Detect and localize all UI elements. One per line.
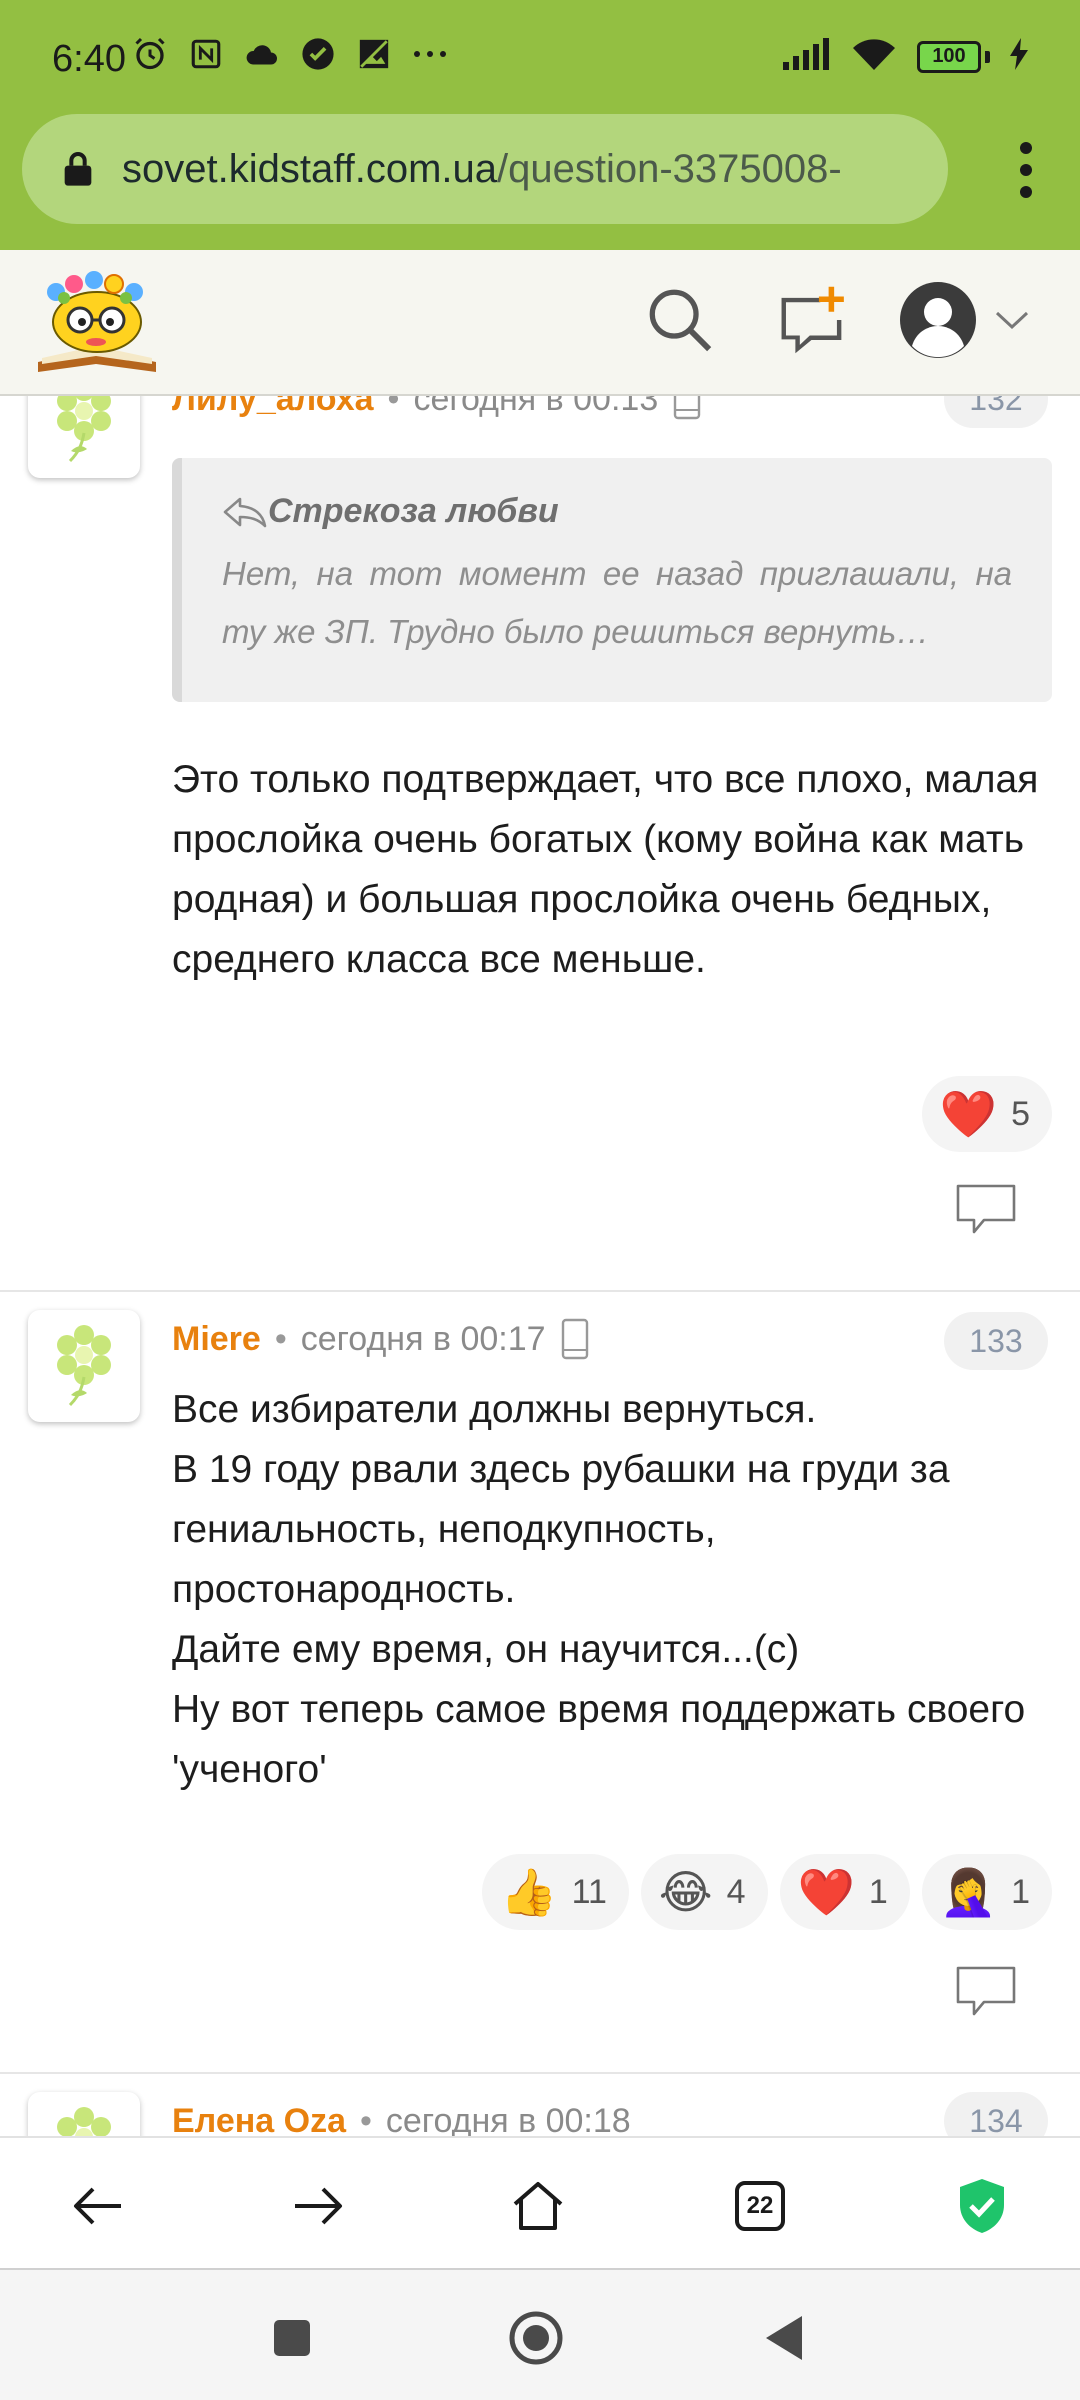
user-avatar-icon[interactable]	[896, 280, 980, 360]
quote-header: Стрекоза любви	[222, 492, 1012, 531]
reaction-facepalm[interactable]: 🤦‍♀️ 1	[921, 1854, 1052, 1930]
comment-number-badge[interactable]: 134	[944, 2092, 1048, 2136]
facepalm-icon: 🤦‍♀️	[939, 1866, 998, 1918]
comment-author[interactable]: Miere	[172, 1320, 261, 1359]
home-button-icon[interactable]	[504, 2306, 568, 2370]
reaction-heart[interactable]: ❤️ 5	[921, 1076, 1052, 1152]
url-text: sovet.kidstaff.com.ua/question-3375008-	[122, 147, 842, 192]
browser-toolbar: 22	[0, 2136, 1080, 2270]
avatar[interactable]	[28, 2092, 140, 2136]
reaction-count: 5	[1011, 1094, 1030, 1133]
wifi-icon	[851, 36, 897, 77]
cloud-icon	[244, 36, 280, 72]
quote-text: Нет, на тот момент ее назад приглашали, …	[222, 555, 1012, 650]
forward-arrow-icon[interactable]	[280, 2168, 356, 2244]
laughing-face-icon: 😂	[658, 1866, 713, 1918]
screen: 6:40 100 sovet.kidstaff.com.ua/question-…	[0, 0, 1080, 2400]
mobile-device-icon	[674, 396, 701, 420]
back-arrow-icon[interactable]	[60, 2168, 136, 2244]
status-bar: 6:40 100	[0, 30, 1080, 90]
recents-button-icon[interactable]	[260, 2306, 324, 2370]
system-nav-bar	[0, 2270, 1080, 2400]
quote-author: Стрекоза любви	[268, 492, 559, 530]
site-header	[0, 250, 1080, 396]
comments-feed: Лилу_алоха • сегодня в 00:13 132 Стрекоз…	[0, 396, 1080, 2136]
reactions-bar: ❤️ 5	[921, 1076, 1052, 1152]
lock-icon	[64, 152, 92, 186]
back-button-icon[interactable]	[752, 2306, 816, 2370]
status-notification-icons	[132, 36, 448, 72]
quoted-reply[interactable]: Стрекоза любви Нет, на тот момент ее наз…	[172, 458, 1052, 702]
comment-meta: Miere • сегодня в 00:17	[172, 1318, 590, 1360]
url-host: sovet.kidstaff.com.ua	[122, 146, 497, 191]
url-path: /question-3375008-	[497, 146, 842, 191]
comment-number-badge[interactable]: 132	[944, 396, 1048, 428]
address-bar[interactable]: sovet.kidstaff.com.ua/question-3375008-	[22, 114, 948, 224]
status-system-icons: 100	[783, 36, 1028, 77]
charging-icon	[1010, 38, 1028, 75]
comment-132: Лилу_алоха • сегодня в 00:13 132 Стрекоз…	[0, 396, 1080, 1290]
shield-icon[interactable]	[944, 2168, 1020, 2244]
check-circle-icon	[300, 36, 336, 72]
alarm-icon	[132, 36, 168, 72]
battery-tip	[985, 50, 990, 63]
comment-time: сегодня в 00:18	[385, 2102, 631, 2136]
comment-number-badge[interactable]: 133	[944, 1312, 1048, 1370]
comment-133: Miere • сегодня в 00:17 133 Все избирате…	[0, 1292, 1080, 2072]
comment-meta: Елена Oza • сегодня в 00:18	[172, 2102, 631, 2136]
meta-separator: •	[359, 2102, 372, 2136]
reaction-count: 11	[571, 1872, 607, 1911]
reaction-count: 4	[726, 1872, 746, 1911]
reaction-count: 1	[1011, 1872, 1030, 1911]
meta-separator: •	[274, 1319, 287, 1358]
browser-menu-button[interactable]	[1016, 142, 1036, 198]
comment-meta: Лилу_алоха • сегодня в 00:13	[172, 396, 702, 420]
meta-separator: •	[387, 396, 400, 418]
battery-indicator: 100	[917, 40, 990, 73]
add-topic-icon[interactable]	[772, 280, 852, 360]
heart-icon: ❤️	[797, 1866, 855, 1918]
reply-comment-icon[interactable]	[954, 1182, 1018, 1238]
avatar[interactable]	[28, 1310, 140, 1422]
reply-arrow-icon	[223, 497, 267, 527]
comment-134: Елена Oza • сегодня в 00:18 134	[0, 2074, 1080, 2136]
comment-time: сегодня в 00:13	[413, 396, 659, 418]
reaction-count: 1	[868, 1872, 888, 1911]
more-notifications-icon	[412, 36, 448, 72]
kidstaff-logo[interactable]	[34, 270, 160, 376]
nfc-icon	[188, 36, 224, 72]
image-icon	[356, 36, 392, 72]
signal-icon	[783, 38, 831, 75]
reply-comment-icon[interactable]	[954, 1964, 1018, 2020]
avatar[interactable]	[28, 396, 140, 478]
chevron-down-icon[interactable]	[984, 280, 1040, 360]
battery-level: 100	[917, 40, 981, 73]
comment-author[interactable]: Елена Oza	[172, 2102, 346, 2136]
reaction-laughing[interactable]: 😂 4	[640, 1854, 768, 1930]
mobile-device-icon	[561, 1318, 588, 1360]
comment-body: Это только подтверждает, что все плохо, …	[172, 758, 1039, 981]
reaction-heart[interactable]: ❤️ 1	[779, 1854, 910, 1930]
heart-icon: ❤️	[939, 1088, 998, 1140]
reaction-thumbs-up[interactable]: 👍 11	[482, 1854, 629, 1930]
search-icon[interactable]	[640, 280, 720, 360]
comment-time: сегодня в 00:17	[300, 1319, 546, 1358]
thumbs-up-icon: 👍	[500, 1866, 558, 1918]
tabs-button[interactable]: 22	[722, 2168, 798, 2244]
reactions-bar: 👍 11 😂 4 ❤️ 1 🤦‍♀️ 1	[482, 1854, 1052, 1930]
home-icon[interactable]	[500, 2168, 576, 2244]
comment-body: Все избиратели должны вернуться. В 19 го…	[172, 1388, 1026, 1791]
browser-top-chrome: 6:40 100 sovet.kidstaff.com.ua/question-…	[0, 0, 1080, 250]
status-time: 6:40	[52, 38, 126, 80]
tab-count: 22	[746, 2192, 774, 2219]
comment-author[interactable]: Лилу_алоха	[172, 396, 374, 419]
